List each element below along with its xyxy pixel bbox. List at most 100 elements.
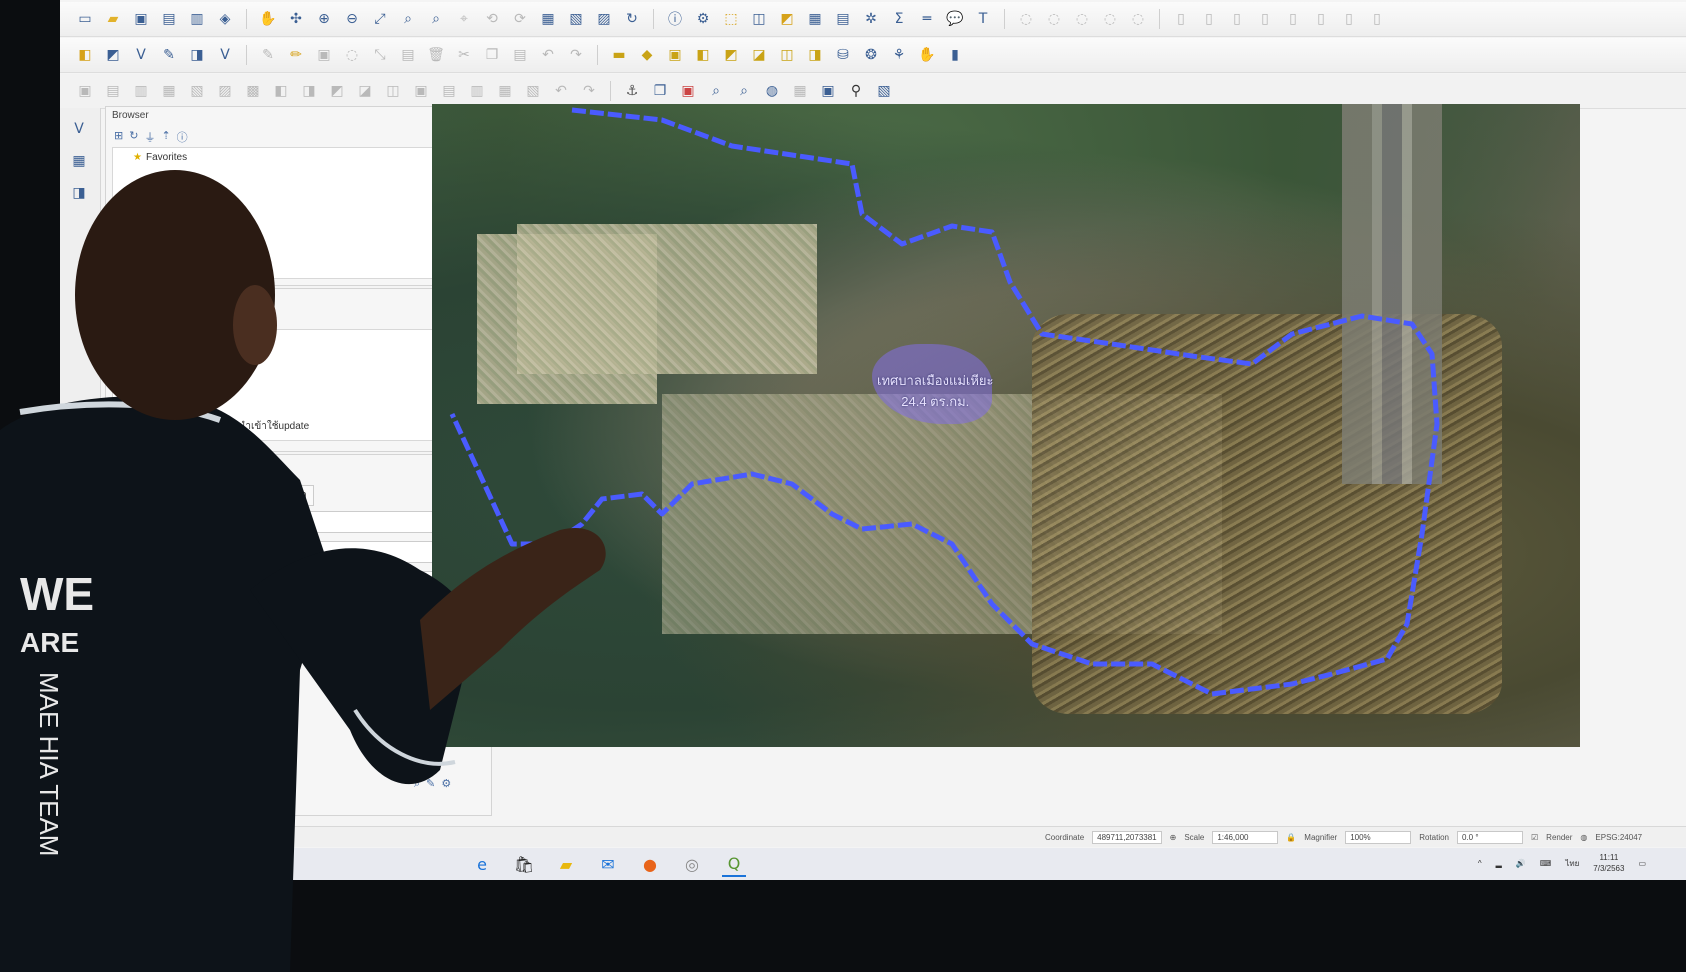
save-project-icon[interactable]: ▣ — [130, 8, 152, 30]
adv-edit-3-icon[interactable]: ▥ — [130, 80, 152, 102]
adv-edit-5-icon[interactable]: ▧ — [186, 80, 208, 102]
rotation-field[interactable]: 0.0 ° — [1457, 830, 1523, 844]
label-tool-icon[interactable]: ▯ — [1170, 8, 1192, 30]
collapse-all-icon[interactable]: ⇡ — [161, 129, 170, 145]
field-calculator-icon[interactable]: ▤ — [832, 8, 854, 30]
tab-settings[interactable]: ตั้งค่า — [276, 485, 314, 506]
zoom-out-icon[interactable]: ⊖ — [341, 8, 363, 30]
qgis-app-icon[interactable]: Q — [722, 851, 746, 877]
settings-field[interactable] — [286, 541, 438, 563]
settings-dropdown-2[interactable]: ▾ — [286, 571, 442, 593]
python-console-icon[interactable]: ⚘ — [888, 44, 910, 66]
image-icon[interactable]: ▣ — [677, 80, 699, 102]
add-selected-icon[interactable]: ⊞ — [114, 129, 123, 145]
map-canvas[interactable]: เทศบาลเมืองแม่เหียะ 24.4 ตร.กม. — [432, 104, 1580, 747]
add-vector-layer-icon[interactable]: V — [68, 118, 90, 140]
open-project-icon[interactable]: ▰ — [102, 8, 124, 30]
adv-edit-8-icon[interactable]: ◧ — [270, 80, 292, 102]
zoom-last-icon[interactable]: ⟲ — [481, 8, 503, 30]
magnify-icon[interactable]: ⌕ — [705, 80, 727, 102]
mail-icon[interactable]: ✉ — [596, 852, 620, 876]
add-mesh-icon[interactable]: ◨ — [186, 44, 208, 66]
keyboard-icon[interactable]: ⌨ — [1540, 859, 1552, 868]
adv-edit-10-icon[interactable]: ◩ — [326, 80, 348, 102]
coordinate-field[interactable]: 489711,2073381 — [1092, 830, 1162, 844]
new-layer-icon[interactable]: ◩ — [102, 44, 124, 66]
paste-icon[interactable]: ▤ — [509, 44, 531, 66]
edge-browser-icon[interactable]: e — [470, 852, 494, 876]
vertex-tool-icon[interactable]: ⤡ — [369, 44, 391, 66]
plugin-6-icon[interactable]: ◪ — [748, 44, 770, 66]
adv-edit-12-icon[interactable]: ◫ — [382, 80, 404, 102]
copy-icon[interactable]: ❐ — [481, 44, 503, 66]
delete-selected-icon[interactable]: 🗑 — [425, 44, 447, 66]
zoom-full-icon[interactable]: ⤢ — [369, 8, 391, 30]
zoom-in-icon[interactable]: ⊕ — [313, 8, 335, 30]
file-explorer-icon[interactable]: ▰ — [554, 852, 578, 876]
save-as-icon[interactable]: ▤ — [158, 8, 180, 30]
firefox-icon[interactable]: ● — [638, 852, 662, 876]
adv-edit-1-icon[interactable]: ▣ — [74, 80, 96, 102]
add-raster-layer-icon[interactable]: ▦ — [68, 150, 90, 172]
adv-edit-15-icon[interactable]: ▥ — [466, 80, 488, 102]
zoom-selection-icon[interactable]: ⌕ — [397, 8, 419, 30]
adv-edit-11-icon[interactable]: ◪ — [354, 80, 376, 102]
data-source-manager-icon[interactable]: ◧ — [74, 44, 96, 66]
advanced-digitize-icon[interactable]: ◌ — [1043, 8, 1065, 30]
identify-icon[interactable]: ⓘ — [664, 8, 686, 30]
clock[interactable]: 11:11 7/3/2563 — [1593, 852, 1624, 874]
add-vector-icon[interactable]: V — [130, 44, 152, 66]
pin-icon[interactable]: ⚓ — [621, 80, 643, 102]
change-label-icon[interactable]: ▯ — [1310, 8, 1332, 30]
screenshot-icon[interactable]: ▧ — [873, 80, 895, 102]
attribute-table-icon[interactable]: ▦ — [804, 8, 826, 30]
zoom-next-icon[interactable]: ⟳ — [509, 8, 531, 30]
ellipse-digitize-icon[interactable]: ◌ — [1099, 8, 1121, 30]
plugin-2-icon[interactable]: ◆ — [636, 44, 658, 66]
map-tips-icon[interactable]: 💬 — [944, 8, 966, 30]
lock-icon[interactable]: 🔒 — [1286, 833, 1296, 842]
digitize-icon[interactable]: ◌ — [1015, 8, 1037, 30]
plugin-3-icon[interactable]: ▣ — [664, 44, 686, 66]
adv-edit-13-icon[interactable]: ▣ — [410, 80, 432, 102]
new-3d-view-icon[interactable]: ▧ — [565, 8, 587, 30]
regular-polygon-icon[interactable]: ◌ — [1127, 8, 1149, 30]
scale-field[interactable]: 1:46,000 — [1212, 830, 1279, 844]
refresh-icon[interactable]: ↻ — [621, 8, 643, 30]
crs-button[interactable]: EPSG:24047 — [1595, 833, 1642, 842]
shape-digitize-icon[interactable]: ◌ — [1071, 8, 1093, 30]
adv-edit-18-icon[interactable]: ↶ — [550, 80, 572, 102]
zoom-tool-icon[interactable]: ⌕ — [733, 80, 755, 102]
filter-icon[interactable]: ⏚ — [144, 129, 155, 145]
run-action-icon[interactable]: ⚙ — [692, 8, 714, 30]
adv-edit-6-icon[interactable]: ▨ — [214, 80, 236, 102]
highlight-label-icon[interactable]: ▯ — [1226, 8, 1248, 30]
zoom-layer-icon[interactable]: ⌕ — [425, 8, 447, 30]
add-raster-icon[interactable]: ✎ — [158, 44, 180, 66]
deselect-icon[interactable]: ◩ — [776, 8, 798, 30]
new-project-icon[interactable]: ▭ — [74, 8, 96, 30]
rotate-label-icon[interactable]: ▯ — [1282, 8, 1304, 30]
settings-dropdown[interactable]: ▾ — [286, 511, 442, 533]
language-indicator[interactable]: ไทย — [1565, 857, 1579, 870]
measure-icon[interactable]: ═ — [916, 8, 938, 30]
grid-icon[interactable]: ▦ — [789, 80, 811, 102]
app-icon[interactable]: ◎ — [680, 852, 704, 876]
edit-pencil-icon[interactable]: ✎ — [257, 44, 279, 66]
add-feature-icon[interactable]: ◌ — [341, 44, 363, 66]
adv-edit-19-icon[interactable]: ↷ — [578, 80, 600, 102]
adv-edit-17-icon[interactable]: ▧ — [522, 80, 544, 102]
grass-icon[interactable]: ❂ — [860, 44, 882, 66]
show-hide-label-icon[interactable]: ▯ — [1338, 8, 1360, 30]
style-manager-icon[interactable]: ◈ — [214, 8, 236, 30]
plugin-5-icon[interactable]: ◩ — [720, 44, 742, 66]
config-icon[interactable]: ⚙ — [441, 777, 451, 791]
refresh-icon[interactable]: ↻ — [129, 129, 138, 145]
zoom-native-icon[interactable]: ⌖ — [453, 8, 475, 30]
help-book-icon[interactable]: ▮ — [944, 44, 966, 66]
plugin-4-icon[interactable]: ◧ — [692, 44, 714, 66]
plugin-8-icon[interactable]: ◨ — [804, 44, 826, 66]
processing-toolbox-icon[interactable]: ✲ — [860, 8, 882, 30]
plugin-1-icon[interactable]: ▬ — [608, 44, 630, 66]
undo-icon[interactable]: ↶ — [537, 44, 559, 66]
